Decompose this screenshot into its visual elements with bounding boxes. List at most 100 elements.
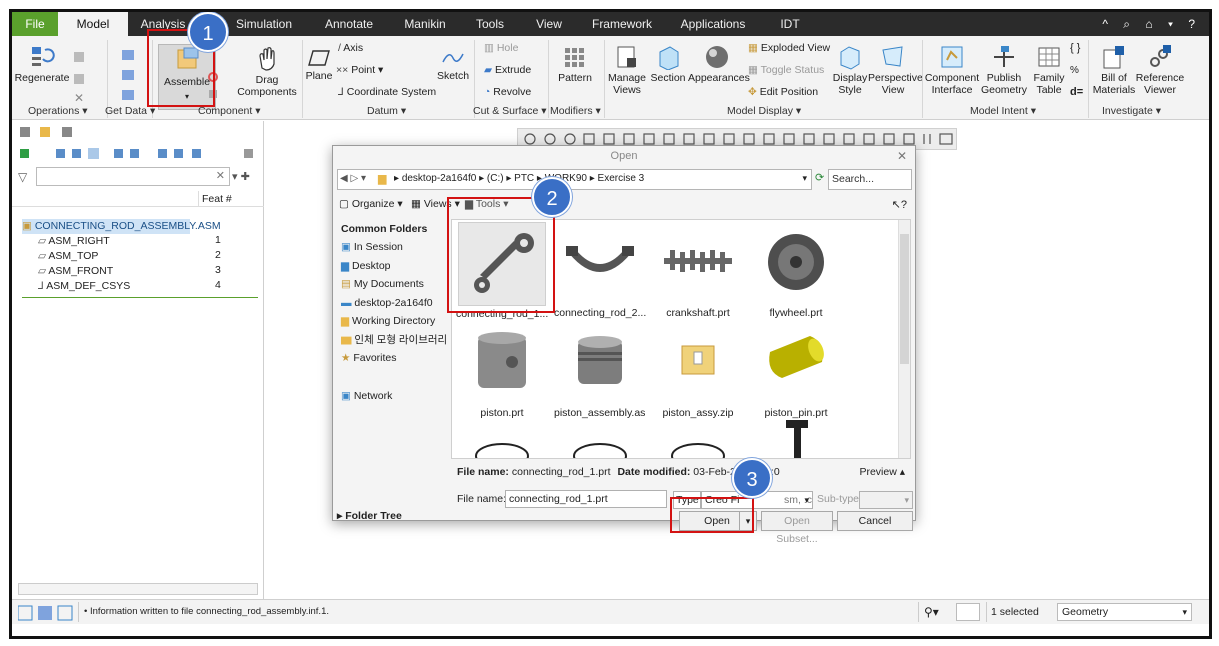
parameters-icon[interactable]: % [1070,64,1079,77]
tab-annotate[interactable]: Annotate [317,12,381,36]
tree-item-assembly[interactable]: ▣ CONNECTING_ROD_ASSEMBLY.ASM [22,219,221,234]
tab-model[interactable]: Model [58,12,128,36]
group-cut-surface[interactable]: Cut & Surface ▾ [473,105,547,117]
folder-computer[interactable]: ▬ desktop-2a164f0 [341,295,433,311]
d-equals-icon[interactable]: d= [1070,86,1083,99]
copy-icon[interactable]: ✕ [72,50,88,110]
tab-file[interactable]: File [12,12,58,36]
extrude-button[interactable]: ▰ Extrude [484,64,531,77]
tab-applications[interactable]: Applications [672,12,754,36]
section-button[interactable]: Section [650,44,686,84]
folder-manikin-library[interactable]: ▆ 인체 모형 라이브러리 [341,332,447,348]
hole-button[interactable]: ▥ Hole [484,42,518,55]
filter-icon[interactable]: ▽ [18,170,27,184]
tree-item-asm-top[interactable]: ▱ ASM_TOP [38,249,98,264]
folder-tree-toggle[interactable]: ▸ Folder Tree [337,510,402,522]
toggle-status-button[interactable]: ▦ Toggle Status [748,64,824,77]
sketch-button[interactable]: Sketch [436,48,470,82]
tree-search-input[interactable]: ✕ [36,167,230,186]
tree-settings-icon[interactable]: ▾ ✚ [232,170,250,183]
folder-network[interactable]: ▣ Network [341,388,392,404]
file-grid-scrollbar[interactable] [898,220,910,458]
file-item-piston-pin[interactable]: piston_pin.prt [750,322,842,419]
folder-in-session[interactable]: ▣ In Session [341,239,403,255]
file-item-piston-assembly[interactable]: piston_assembly.asm [554,322,646,419]
file-item-piston-assy-zip[interactable]: piston_assy.zip [652,322,744,419]
tab-idt[interactable]: IDT [772,12,808,36]
selection-icon[interactable] [956,603,980,621]
file-item-bolt[interactable] [750,416,842,458]
breadcrumb-item[interactable]: Exercise 3 [598,173,645,184]
reference-viewer-button[interactable]: Reference Viewer [1134,44,1186,96]
status-icons-left[interactable] [18,605,74,621]
bill-of-materials-button[interactable]: Bill of Materials [1090,44,1138,96]
subtype-dropdown[interactable]: ▾ [859,491,913,509]
refresh-icon[interactable]: ⟳ [815,171,824,184]
panel-tabs-icons[interactable] [20,125,90,139]
cancel-button[interactable]: Cancel [837,511,913,531]
group-model-intent[interactable]: Model Intent ▾ [970,105,1036,117]
tree-item-asm-def-csys[interactable]: ⅃ ASM_DEF_CSYS [38,279,130,294]
file-item-connecting-rod-2[interactable]: connecting_rod_2... [554,222,646,319]
coordinate-system-button[interactable]: ⅃ Coordinate System [338,86,436,99]
perspective-view-button[interactable]: Perspective View [868,44,923,96]
organize-menu[interactable]: ▢ Organize ▾ [339,198,403,210]
point-button[interactable]: ×× Point ▾ [336,64,383,77]
family-table-button[interactable]: Family Table [1030,44,1068,96]
file-item-crankshaft[interactable]: crankshaft.prt [652,222,744,319]
tab-framework[interactable]: Framework [587,12,657,36]
find-icon[interactable]: ⚲▾ [924,605,939,619]
nav-back-forward-icons[interactable]: ◀ ▷ ▾ [340,173,366,184]
tree-item-asm-right[interactable]: ▱ ASM_RIGHT [38,234,110,249]
group-modifiers[interactable]: Modifiers ▾ [550,105,601,117]
filename-input[interactable]: connecting_rod_1.prt [505,490,667,508]
feat-column-header[interactable]: Feat # [202,193,232,205]
file-item-ring-1[interactable] [456,416,548,458]
search-input[interactable]: Search... [828,169,912,190]
manage-views-button[interactable]: Manage Views [606,44,648,96]
regenerate-button[interactable]: Regenerate [14,44,70,84]
breadcrumb-item[interactable]: (C:) [487,173,504,184]
group-datum[interactable]: Datum ▾ [367,105,406,117]
selection-filter-dropdown[interactable]: Geometry ▾ [1057,603,1192,621]
folder-favorites[interactable]: ★ Favorites [341,350,397,366]
folder-desktop[interactable]: ▆ Desktop [341,258,391,274]
group-investigate[interactable]: Investigate ▾ [1102,105,1161,117]
address-bar[interactable]: ◀ ▷ ▾ ▆ ▸ desktop-2a164f0 ▸ (C:) ▸ PTC ▸… [337,169,812,190]
display-style-button[interactable]: Display Style [830,44,870,96]
file-item-ring-3[interactable] [652,416,744,458]
tab-manikin[interactable]: Manikin [397,12,453,36]
get-data-icons[interactable] [120,48,138,108]
insert-indicator[interactable] [22,297,258,298]
plane-button[interactable]: Plane [304,48,334,82]
tree-toolbar-icons[interactable] [20,147,260,161]
preview-toggle[interactable]: Preview ▴ [859,464,905,481]
close-icon[interactable]: ✕ [897,146,907,166]
drag-components-button[interactable]: Drag Components [234,44,300,98]
breadcrumb-item[interactable]: desktop-2a164f0 [402,173,477,184]
tab-view[interactable]: View [530,12,568,36]
folder-my-documents[interactable]: ▤ My Documents [341,276,424,292]
component-interface-button[interactable]: Component Interface [924,44,980,96]
exploded-view-button[interactable]: ▦ Exploded View [748,42,830,55]
open-subset-button[interactable]: Open Subset... [761,511,833,545]
breadcrumb-item[interactable]: PTC [514,173,534,184]
pattern-button[interactable]: Pattern [554,46,596,84]
group-operations[interactable]: Operations ▾ [28,105,88,117]
group-model-display[interactable]: Model Display ▾ [727,105,801,117]
file-item-ring-2[interactable] [554,416,646,458]
appearances-button[interactable]: Appearances [688,44,750,84]
axis-button[interactable]: / Axis [338,42,363,55]
tree-horizontal-scrollbar[interactable] [18,583,258,595]
clear-search-icon[interactable]: ✕ [216,169,225,182]
revolve-button[interactable]: ◔ Revolve [484,86,531,99]
chevron-down-icon[interactable]: ▾ [802,173,807,184]
file-item-piston[interactable]: piston.prt [456,322,548,419]
tab-tools[interactable]: Tools [470,12,510,36]
publish-geometry-button[interactable]: Publish Geometry [980,44,1028,96]
tree-item-asm-front[interactable]: ▱ ASM_FRONT [38,264,113,279]
edit-position-button[interactable]: ✥ Edit Position [748,86,818,99]
file-item-flywheel[interactable]: flywheel.prt [750,222,842,319]
tab-simulation[interactable]: Simulation [232,12,296,36]
relations-icon[interactable]: { } [1070,42,1080,55]
